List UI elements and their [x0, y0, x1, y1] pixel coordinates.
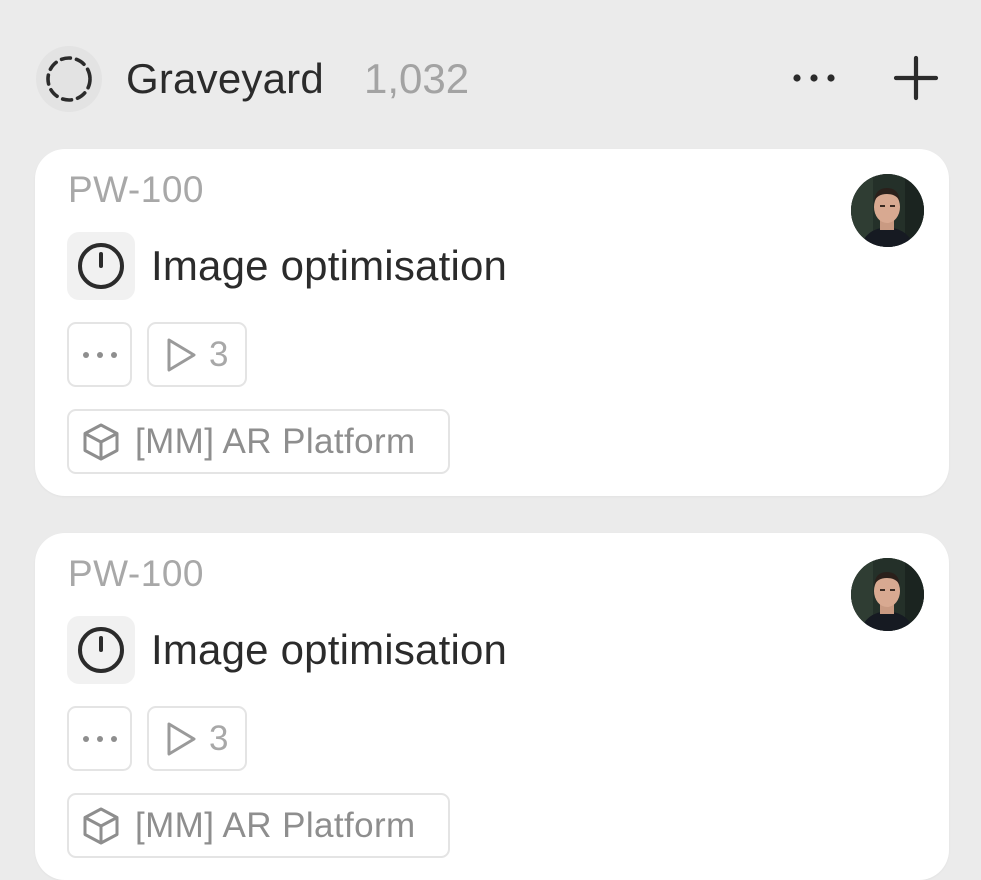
project-chip[interactable]: [MM] AR Platform	[67, 409, 450, 474]
avatar-image	[851, 558, 924, 631]
cycle-count: 3	[209, 334, 229, 374]
clock-icon	[78, 243, 124, 289]
issue-title: Image optimisation	[151, 242, 508, 289]
assignee-avatar[interactable]	[851, 174, 924, 247]
issue-card[interactable]: PW-100 Image optimisation 3 [MM] AR Plat…	[35, 149, 949, 496]
issue-status-button[interactable]	[67, 616, 135, 684]
play-icon	[167, 722, 196, 755]
project-chip[interactable]: [MM] AR Platform	[67, 793, 450, 858]
dashed-circle-icon	[46, 56, 92, 102]
column-title: Graveyard	[126, 55, 324, 102]
issue-status-button[interactable]	[67, 232, 135, 300]
issue-more-button[interactable]	[67, 706, 132, 771]
issue-more-button[interactable]	[67, 322, 132, 387]
project-label: [MM] AR Platform	[135, 421, 416, 461]
issue-title: Image optimisation	[151, 626, 508, 673]
issue-id: PW-100	[68, 553, 204, 594]
more-horizontal-icon	[82, 351, 117, 358]
board-column: Graveyard 1,032 PW-100 Image optimisatio…	[0, 0, 981, 880]
clock-icon	[78, 627, 124, 673]
cycle-chip[interactable]: 3	[147, 706, 247, 771]
cube-icon	[83, 423, 119, 460]
more-horizontal-icon	[793, 74, 835, 82]
more-horizontal-icon	[82, 735, 117, 742]
issue-id: PW-100	[68, 169, 204, 210]
cycle-chip[interactable]: 3	[147, 322, 247, 387]
add-issue-button[interactable]	[888, 50, 944, 106]
play-icon	[167, 338, 196, 371]
column-header: Graveyard 1,032	[0, 0, 981, 150]
assignee-avatar[interactable]	[851, 558, 924, 631]
cycle-count: 3	[209, 718, 229, 758]
column-status[interactable]	[36, 46, 102, 112]
issue-card[interactable]: PW-100 Image optimisation 3 [MM] AR Plat…	[35, 533, 949, 880]
avatar-image	[851, 174, 924, 247]
plus-icon	[893, 55, 939, 101]
column-more-button[interactable]	[782, 56, 846, 100]
column-count: 1,032	[364, 55, 470, 102]
